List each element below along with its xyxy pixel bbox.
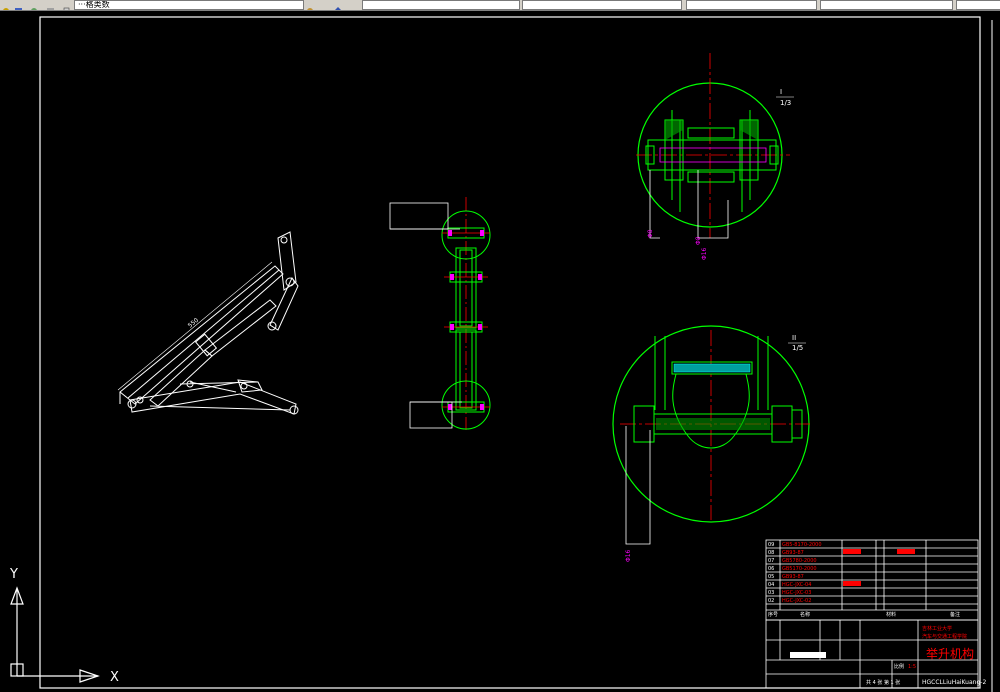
toolbar-icon-2[interactable]	[14, 0, 23, 10]
toolbar-icon-6[interactable]	[306, 0, 315, 10]
drawing-title: 举升机构	[926, 646, 974, 661]
header-material: 材料	[886, 611, 896, 618]
svg-text:Φ16: Φ16	[701, 247, 708, 260]
part-number: 03	[768, 590, 774, 596]
svg-text:Φ16: Φ16	[625, 549, 632, 562]
ucs-x-label: X	[110, 670, 119, 685]
toolbar-end-field[interactable]	[956, 0, 1000, 10]
part-code: HGC-JXC-04	[782, 582, 811, 588]
part-code: GB5-8170-2000	[782, 542, 822, 548]
university-name: 吉林工业大学	[922, 625, 952, 632]
detail-I-label: I	[780, 88, 782, 96]
lineweight-dropdown[interactable]	[686, 0, 817, 10]
part-code: HGC-JXC-02	[782, 598, 811, 604]
detail-I-view: Φ8 Φ16 Φ8	[636, 53, 790, 260]
toolbar-icon-3[interactable]	[30, 0, 39, 10]
part-code: GB5780-2000	[782, 558, 817, 564]
layer-dropdown[interactable]: ···格类数	[74, 0, 304, 10]
part-number: 02	[768, 598, 774, 604]
ucs-y-label: Y	[9, 567, 18, 582]
part-code: GB93-87	[782, 550, 804, 556]
toolbar-icon-1[interactable]	[2, 0, 11, 10]
sheet-info: 共 4 张 第 1 张	[866, 679, 900, 686]
svg-text:Φ8: Φ8	[695, 236, 702, 245]
detail-II-scale: 1/5	[792, 344, 803, 352]
part-code: HGC-JXC-03	[782, 590, 811, 596]
mechanism-side-view	[117, 231, 299, 415]
department-name: 汽车与交通工程学院	[922, 633, 967, 640]
part-number: 08	[768, 550, 774, 556]
toolbar-icon-5[interactable]	[62, 0, 71, 10]
front-view	[389, 197, 491, 430]
detail-I-scale: 1/3	[780, 99, 791, 107]
toolbar-icon-7[interactable]	[334, 0, 343, 10]
detail-II-view: Φ16	[612, 325, 810, 562]
drawing-code: HGCCLLiuHaiKuang-2	[922, 679, 986, 686]
linetype-dropdown[interactable]	[522, 0, 682, 10]
part-number: 06	[768, 566, 774, 572]
part-number: 05	[768, 574, 774, 580]
plotstyle-dropdown[interactable]	[820, 0, 953, 10]
svg-text:Φ8: Φ8	[647, 229, 654, 238]
part-number: 07	[768, 558, 774, 564]
part-number: 09	[768, 542, 774, 548]
drawing-canvas[interactable]: 550 Φ8 Φ16 Φ8 I 1/3 Φ16 II 1/5 09 GB5-81…	[0, 10, 1000, 692]
scale-value: 1:5	[908, 664, 916, 670]
header-note: 备注	[950, 611, 960, 618]
part-code: GB93-87	[782, 574, 804, 580]
header-no: 序号	[768, 611, 778, 618]
scale-label: 比例	[894, 663, 904, 670]
color-dropdown[interactable]	[362, 0, 520, 10]
part-number: 04	[768, 582, 774, 588]
ucs-icon	[10, 586, 100, 683]
header-name: 名称	[800, 611, 810, 618]
parts-list: 09 GB5-8170-2000 08 GB93-87 07 GB5780-2000 06 G…	[768, 542, 822, 604]
detail-II-label: II	[792, 334, 796, 342]
part-code: GB5170-2000	[782, 566, 817, 572]
side-view-dimension: 550	[187, 317, 200, 330]
toolbar-icon-4[interactable]	[46, 0, 55, 10]
